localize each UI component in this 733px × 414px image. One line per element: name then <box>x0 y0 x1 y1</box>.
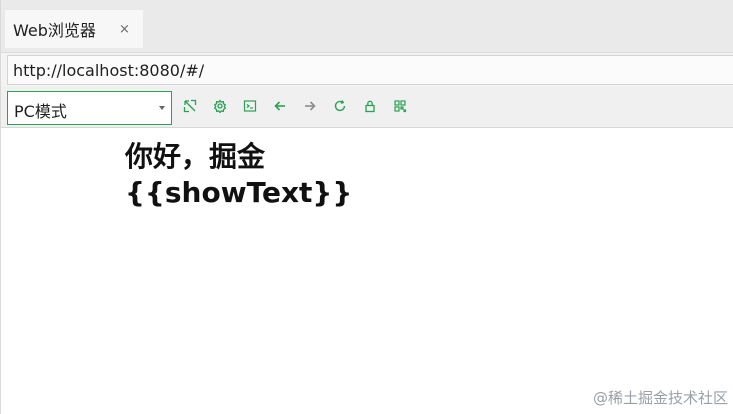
refresh-icon[interactable] <box>331 97 349 115</box>
arrow-left-icon[interactable] <box>271 97 289 115</box>
template-placeholder-text: {{showText}} <box>125 176 353 209</box>
mode-select[interactable]: PC模式 <box>7 91 172 125</box>
mode-select-value: PC模式 <box>14 102 67 121</box>
greeting-text: 你好，掘金 <box>125 140 266 173</box>
toolbar: PC模式 <box>1 87 733 128</box>
page-viewport: 你好，掘金 {{showText}} @稀土掘金技术社区 <box>1 128 733 414</box>
watermark: @稀土掘金技术社区 <box>592 389 728 407</box>
tab-strip: Web浏览器 × <box>1 0 733 52</box>
expand-icon[interactable] <box>181 97 199 115</box>
tab-title: Web浏览器 <box>13 21 96 40</box>
browser-window: Web浏览器 × PC模式 <box>0 0 733 414</box>
terminal-icon[interactable] <box>241 97 259 115</box>
tab-web-browser[interactable]: Web浏览器 × <box>5 10 143 48</box>
arrow-right-icon[interactable] <box>301 97 319 115</box>
url-input[interactable] <box>7 55 733 85</box>
qr-code-icon[interactable] <box>391 97 409 115</box>
close-icon[interactable]: × <box>119 22 130 37</box>
gear-icon[interactable] <box>211 97 229 115</box>
lock-icon[interactable] <box>361 97 379 115</box>
chevron-down-icon <box>159 106 165 110</box>
address-bar <box>1 52 733 87</box>
